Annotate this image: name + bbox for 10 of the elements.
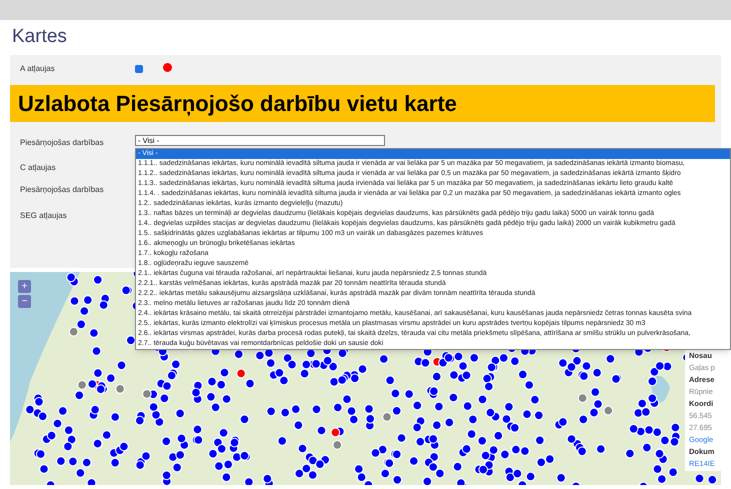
filter-label: A atļaujas <box>20 63 56 75</box>
filter-label: C atļaujas <box>20 162 57 174</box>
zoom-out-button[interactable]: − <box>18 295 31 308</box>
zoom-in-button[interactable]: + <box>18 280 31 293</box>
filter-label: Piesārņojošas darbības <box>20 137 105 149</box>
filter-label: Piesārņojošas darbības <box>20 184 105 196</box>
headline-banner: Uzlabota Piesārņojošo darbību vietu karte <box>10 85 715 122</box>
checkbox[interactable] <box>135 65 143 73</box>
filter-label: SEG atļaujas <box>20 210 68 222</box>
page-title: Kartes <box>12 25 67 50</box>
